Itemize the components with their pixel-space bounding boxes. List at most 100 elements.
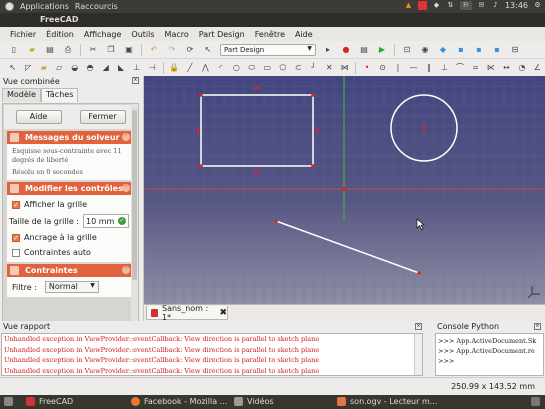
close-panel-icon[interactable]: ×	[534, 323, 541, 330]
collapse-icon[interactable]: ⌃	[122, 266, 130, 274]
vlc-icon[interactable]: ▲	[404, 1, 413, 10]
macro-stop-icon[interactable]: ●	[339, 44, 353, 56]
close-panel-icon[interactable]: ×	[415, 323, 422, 330]
macro-run-icon[interactable]: ▶	[375, 44, 389, 56]
symmetric-constraint-icon[interactable]: ⋉	[485, 62, 496, 74]
parallel-constraint-icon[interactable]: ∥	[423, 62, 434, 74]
grid-size-input[interactable]: 10 mm ✓	[83, 214, 130, 228]
macro-record-icon[interactable]: ▸	[321, 44, 335, 56]
show-grid-row[interactable]: ✓ Afficher la grille	[7, 197, 134, 212]
rectangle-corner-point[interactable]	[311, 93, 315, 97]
menu-help[interactable]: Aide	[290, 30, 318, 39]
rectangle-corner-point[interactable]	[199, 164, 203, 168]
report-log[interactable]: Unhandled exception in ViewProvider::eve…	[1, 333, 423, 376]
tab-model[interactable]: Modèle	[2, 88, 41, 102]
show-desktop-icon[interactable]	[4, 397, 13, 406]
revolve-icon[interactable]: ◒	[69, 62, 80, 74]
trim-icon[interactable]: ✕	[324, 62, 335, 74]
python-console-output[interactable]: >>> App.ActiveDocument.Sk >>> App.Active…	[435, 333, 544, 376]
collapse-icon[interactable]: ⌃	[122, 184, 130, 192]
scrollbar-thumb[interactable]	[132, 110, 137, 280]
document-tab[interactable]: Sans_nom : 1* ✖	[146, 304, 228, 322]
point-on-object-icon[interactable]: ⊙	[377, 62, 388, 74]
taskbar-item-videos[interactable]: Vidéos	[234, 397, 274, 406]
record-icon[interactable]	[417, 1, 427, 10]
lock-icon[interactable]: 🔒	[169, 62, 180, 74]
ellipse-icon[interactable]: ⬭	[246, 62, 257, 74]
print-icon[interactable]: ⎙	[61, 44, 75, 56]
collapse-icon[interactable]: ⌃	[122, 133, 130, 141]
right-view-icon[interactable]: ▪	[490, 44, 504, 56]
tab-tasks[interactable]: Tâches	[40, 88, 79, 102]
radius-constraint-icon[interactable]: ◔	[516, 62, 527, 74]
filter-select[interactable]: Normal ▼	[44, 281, 99, 293]
power-icon[interactable]: ⚙	[533, 1, 542, 10]
new-sketch-icon[interactable]: ◸	[22, 62, 33, 74]
perpendicular-constraint-icon[interactable]: ⊥	[439, 62, 450, 74]
horizontal-constraint-marker[interactable]	[254, 87, 260, 89]
close-button[interactable]: Fermer	[79, 110, 126, 124]
coincident-icon[interactable]: •	[361, 62, 372, 74]
rectangle-corner-point[interactable]	[199, 93, 203, 97]
external-geometry-icon[interactable]: ⋈	[339, 62, 350, 74]
tasks-scrollbar[interactable]	[131, 104, 138, 323]
copy-icon[interactable]: ❐	[104, 44, 118, 56]
fit-all-icon[interactable]: ⊡	[400, 44, 414, 56]
vertical-constraint-marker[interactable]	[316, 127, 318, 133]
pad-icon[interactable]: ▰	[38, 62, 49, 74]
help-button[interactable]: Aide	[15, 110, 62, 124]
cut-icon[interactable]: ✂	[86, 44, 100, 56]
rectangle-icon[interactable]: ▭	[262, 62, 273, 74]
refresh-icon[interactable]: ⟳	[183, 44, 197, 56]
mail-icon[interactable]: ✉	[477, 1, 486, 10]
leave-sketch-icon[interactable]: ↖	[7, 62, 18, 74]
sketch-rectangle[interactable]	[200, 94, 314, 167]
grid-snap-row[interactable]: ✓ Ancrage à la grille	[7, 230, 134, 245]
volume-icon[interactable]: ♪	[491, 1, 500, 10]
3d-view[interactable]	[144, 76, 545, 304]
vertical-constraint-icon[interactable]: |	[392, 62, 403, 74]
draw-style-icon[interactable]: ◉	[418, 44, 432, 56]
vertical-constraint-marker[interactable]	[197, 127, 199, 133]
clock[interactable]: 13:46	[505, 1, 528, 10]
close-tab-icon[interactable]: ✖	[219, 308, 227, 318]
line-endpoint[interactable]	[274, 219, 278, 223]
circle-icon[interactable]: ○	[231, 62, 242, 74]
horizontal-constraint-icon[interactable]: —	[408, 62, 419, 74]
menu-file[interactable]: Fichier	[5, 30, 41, 39]
auto-constraints-row[interactable]: Contraintes auto	[7, 245, 134, 260]
tangent-constraint-icon[interactable]: ⌒	[454, 62, 465, 74]
workbench-selector[interactable]: Part Design ▼	[220, 43, 316, 56]
save-icon[interactable]: ▤	[43, 44, 57, 56]
chamfer-feature-icon[interactable]: ◣	[115, 62, 126, 74]
menu-part-design[interactable]: Part Design	[194, 30, 250, 39]
line-endpoint[interactable]	[417, 271, 421, 275]
circle-center-point[interactable]	[422, 126, 426, 130]
menu-macro[interactable]: Macro	[160, 30, 194, 39]
show-grid-checkbox[interactable]: ✓	[12, 200, 20, 209]
applications-menu[interactable]: Applications	[20, 2, 69, 11]
polyline-icon[interactable]: ⋀	[200, 62, 211, 74]
trash-icon[interactable]	[531, 397, 540, 406]
menu-view[interactable]: Affichage	[79, 30, 127, 39]
dropbox-icon[interactable]: ◆	[432, 1, 441, 10]
axo-view-icon[interactable]: ◆	[436, 44, 450, 56]
equal-constraint-icon[interactable]: =	[470, 62, 481, 74]
distance-constraint-icon[interactable]: ↔	[501, 62, 512, 74]
horizontal-constraint-marker[interactable]	[254, 171, 260, 173]
close-panel-icon[interactable]: ×	[132, 77, 139, 84]
grid-snap-checkbox[interactable]: ✓	[12, 233, 20, 242]
solver-messages-header[interactable]: Messages du solveur ⌃	[7, 131, 134, 144]
line-icon[interactable]: ╱	[184, 62, 195, 74]
menu-window[interactable]: Fenêtre	[250, 30, 290, 39]
ubuntu-logo-icon[interactable]	[5, 2, 14, 11]
top-view-icon[interactable]: ▪	[472, 44, 486, 56]
auto-constraints-checkbox[interactable]	[12, 248, 20, 257]
slot-icon[interactable]: ⊂	[293, 62, 304, 74]
taskbar-item-freecad[interactable]: FreeCAD	[26, 397, 73, 406]
taskbar-item-player[interactable]: son.ogv - Lecteur m...	[337, 397, 437, 406]
polygon-icon[interactable]: ⬠	[277, 62, 288, 74]
taskbar-item-firefox[interactable]: Facebook - Mozilla ...	[131, 397, 227, 406]
shortcuts-menu[interactable]: Raccourcis	[75, 2, 118, 11]
sketch-canvas[interactable]	[144, 76, 545, 304]
